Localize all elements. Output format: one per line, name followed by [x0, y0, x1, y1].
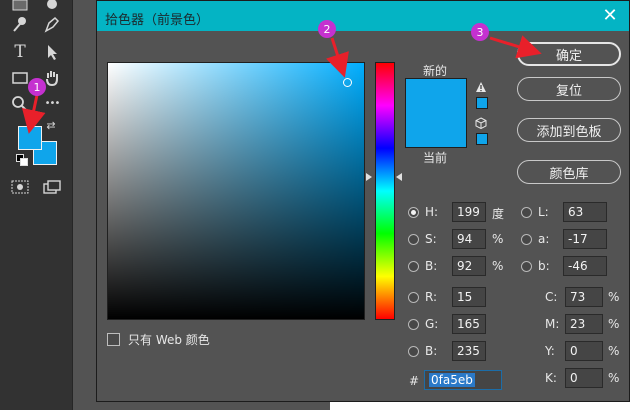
saturation-brightness-field[interactable] — [107, 62, 365, 320]
hue-input[interactable]: 199 — [452, 202, 486, 222]
hex-label: # — [409, 374, 420, 388]
zoom-icon — [12, 96, 28, 112]
blue-label: B: — [425, 344, 438, 358]
dialog-title: 拾色器（前景色） — [105, 13, 210, 28]
zoom-tool[interactable] — [8, 92, 32, 116]
black-input[interactable]: 0 — [565, 368, 603, 388]
hex-value: 0fa5eb — [429, 373, 475, 387]
rectangle-icon — [12, 72, 28, 84]
web-colors-checkbox[interactable] — [107, 333, 120, 346]
magenta-unit: % — [608, 317, 620, 331]
gradient-icon — [12, 0, 28, 11]
color-cursor[interactable] — [343, 78, 352, 87]
foreground-color-swatch[interactable] — [18, 126, 42, 150]
black-label: K: — [545, 371, 557, 385]
type-tool[interactable]: T — [8, 40, 32, 64]
cyan-input[interactable]: 73 — [565, 287, 603, 307]
hex-input[interactable]: 0fa5eb — [424, 370, 502, 390]
path-select-tool[interactable] — [40, 40, 64, 64]
lightness-label: L: — [538, 205, 549, 219]
radio-brightness[interactable] — [408, 261, 419, 272]
swap-icon: ⇄ — [46, 118, 56, 132]
more-icon: ••• — [44, 98, 61, 109]
radio-red[interactable] — [408, 292, 419, 303]
swap-colors[interactable]: ⇄ — [44, 118, 58, 132]
lightness-input[interactable]: 63 — [563, 202, 607, 222]
brush-icon — [13, 17, 26, 32]
blue-input[interactable]: 235 — [452, 341, 486, 361]
black-unit: % — [608, 371, 620, 385]
preview-frame — [405, 78, 467, 148]
brightness-input[interactable]: 92 — [452, 256, 486, 276]
radio-b[interactable] — [521, 261, 532, 272]
web-colors-label: 只有 Web 颜色 — [128, 333, 210, 347]
radio-hue[interactable] — [408, 207, 419, 218]
pen-icon — [44, 16, 60, 33]
yellow-label: Y: — [545, 344, 555, 358]
radio-green[interactable] — [408, 319, 419, 330]
tools-panel: T ••• ⇄ — [0, 0, 73, 410]
screen-mode-icon — [43, 180, 61, 194]
color-libraries-button[interactable]: 颜色库 — [517, 160, 621, 184]
web-safe-swatch[interactable] — [476, 133, 488, 145]
a-input[interactable]: -17 — [563, 229, 607, 249]
brush-tool[interactable] — [8, 12, 32, 36]
default-colors-icon[interactable] — [16, 154, 30, 168]
web-safe-cube-icon[interactable] — [475, 117, 487, 129]
type-icon: T — [14, 41, 26, 62]
add-to-swatches-button[interactable]: 添加到色板 — [517, 118, 621, 142]
close-icon[interactable]: ✕ — [601, 6, 619, 26]
annotation-badge-1: 1 — [28, 78, 46, 96]
saturation-unit: % — [492, 232, 504, 246]
canvas-edge — [630, 0, 639, 410]
a-label: a: — [538, 232, 550, 246]
hue-slider-left-arrow[interactable] — [366, 173, 372, 181]
saturation-input[interactable]: 94 — [452, 229, 486, 249]
annotation-badge-2: 2 — [318, 20, 336, 38]
red-label: R: — [425, 290, 438, 304]
radio-blue[interactable] — [408, 346, 419, 357]
hue-slider[interactable] — [375, 62, 395, 320]
cyan-label: C: — [545, 290, 558, 304]
magenta-label: M: — [545, 317, 560, 331]
brightness-unit: % — [492, 259, 504, 273]
red-input[interactable]: 15 — [452, 287, 486, 307]
ok-button[interactable]: 确定 — [517, 42, 621, 66]
green-input[interactable]: 165 — [452, 314, 486, 334]
hue-slider-right-arrow[interactable] — [396, 173, 402, 181]
quick-mask-button[interactable] — [8, 175, 32, 199]
magenta-input[interactable]: 23 — [565, 314, 603, 334]
dialog-titlebar[interactable]: 拾色器（前景色） ✕ — [97, 1, 629, 31]
radio-saturation[interactable] — [408, 234, 419, 245]
b-label: b: — [538, 259, 550, 273]
pen-tool[interactable] — [40, 12, 64, 36]
screen-mode-button[interactable] — [40, 175, 64, 199]
radio-a[interactable] — [521, 234, 532, 245]
canvas-edge-bottom — [330, 402, 639, 410]
gamut-warning-swatch[interactable] — [476, 97, 488, 109]
saturation-label: S: — [425, 232, 437, 246]
b-input[interactable]: -46 — [563, 256, 607, 276]
burn-icon — [47, 0, 57, 9]
annotation-badge-3: 3 — [471, 23, 489, 41]
yellow-unit: % — [608, 344, 620, 358]
hue-unit: 度 — [492, 207, 505, 221]
cyan-unit: % — [608, 290, 620, 304]
quick-mask-icon — [11, 180, 29, 194]
gamut-warning-icon[interactable] — [475, 81, 487, 93]
radio-lightness[interactable] — [521, 207, 532, 218]
brightness-label: B: — [425, 259, 438, 273]
current-color-label: 当前 — [423, 151, 448, 165]
more-tools[interactable]: ••• — [40, 92, 64, 116]
yellow-input[interactable]: 0 — [565, 341, 603, 361]
green-label: G: — [425, 317, 439, 331]
new-color-label: 新的 — [423, 64, 448, 78]
hue-label: H: — [425, 205, 439, 219]
reset-button[interactable]: 复位 — [517, 77, 621, 101]
color-picker-dialog: 拾色器（前景色） ✕ 只有 Web 颜色 新的 当前 确定 复位 添加到色板 颜… — [96, 0, 630, 402]
web-colors-only[interactable]: 只有 Web 颜色 — [107, 331, 210, 348]
path-select-icon — [48, 45, 57, 60]
